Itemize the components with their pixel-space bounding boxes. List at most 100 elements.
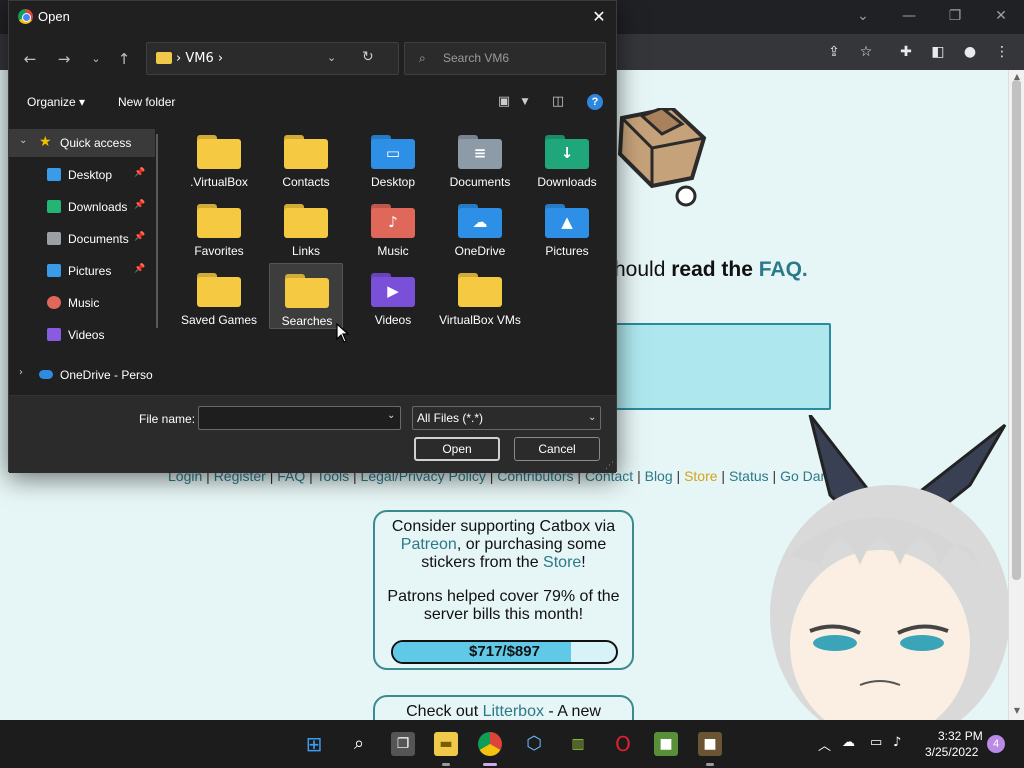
folder-icon [197, 204, 241, 238]
folder-item-virtualbox-vms[interactable]: VirtualBox VMs [439, 263, 521, 329]
nav-item-onedrive-perso[interactable]: › OneDrive - Perso [9, 361, 155, 389]
view-options-chevron-icon[interactable]: ▼ [516, 97, 534, 113]
folder-item-documents[interactable]: ≡ Documents [443, 125, 517, 191]
share-icon[interactable]: ⇪ [824, 42, 844, 62]
search-input[interactable] [443, 51, 593, 65]
upload-dropzone[interactable] [614, 323, 831, 410]
patreon-link[interactable]: Patreon [401, 536, 457, 553]
nav-item-music[interactable]: Music [9, 289, 155, 317]
extensions-icon[interactable]: ✚ [896, 42, 916, 62]
up-arrow-icon[interactable]: ↑ [113, 49, 135, 69]
minecraft-icon[interactable]: ■ [654, 732, 678, 756]
filename-dropdown-icon[interactable]: ⌄ [387, 410, 395, 421]
new-folder-button[interactable]: New folder [118, 95, 175, 109]
folder-item-saved-games[interactable]: Saved Games [181, 263, 257, 329]
search-taskbar-icon[interactable]: ⌕ [347, 732, 371, 756]
bookmark-star-icon[interactable]: ☆ [856, 42, 876, 62]
expand-chevron-icon[interactable]: › [19, 367, 23, 378]
faq-link[interactable]: FAQ [759, 258, 802, 281]
folder-label: Desktop [370, 175, 416, 189]
folder-item-contacts[interactable]: Contacts [269, 125, 343, 191]
recent-locations-chevron-icon[interactable]: ⌄ [85, 49, 107, 69]
folder-label: VirtualBox VMs [439, 313, 521, 327]
forward-arrow-icon[interactable]: → [53, 49, 75, 69]
windows-taskbar: ⊞ ⌕ ❐ ▬ ⬡ ▥ O ■ ■ ︿ ☁ ▭ ♪ 3:32 PM 3/25/2… [0, 720, 1024, 768]
nav-link-store[interactable]: Store [684, 468, 717, 484]
file-type-select[interactable]: All Files (*.*) ⌄ [412, 406, 601, 430]
close-window-icon[interactable]: ✕ [987, 4, 1015, 28]
folder-icon [285, 274, 329, 308]
folder-item-onedrive[interactable]: ☁ OneDrive [443, 194, 517, 260]
preview-pane-icon[interactable]: ◫ [549, 94, 567, 110]
notification-badge[interactable]: 4 [987, 735, 1005, 753]
back-arrow-icon[interactable]: ← [19, 49, 41, 69]
folder-item-videos[interactable]: ▶ Videos [356, 263, 430, 329]
minimize-icon[interactable]: — [895, 4, 923, 28]
dialog-close-button[interactable]: ✕ [586, 4, 612, 30]
scroll-thumb[interactable] [1012, 80, 1021, 580]
folder-item-pictures[interactable]: ▲ Pictures [530, 194, 604, 260]
desktop-folder-icon: ▭ [371, 135, 415, 169]
filename-input[interactable] [198, 406, 401, 430]
folder-item-desktop[interactable]: ▭ Desktop [356, 125, 430, 191]
nav-item-quick-access[interactable]: ⌄ ★ Quick access [9, 129, 155, 157]
nav-item-label: Quick access [60, 136, 132, 150]
change-view-icon[interactable]: ▣ [495, 94, 513, 110]
resize-grip-icon[interactable]: ⋰ [605, 461, 614, 471]
chrome-taskbar-icon[interactable] [478, 732, 502, 756]
folder-item-downloads[interactable]: ↓ Downloads [530, 125, 604, 191]
collapse-chevron-icon[interactable]: ⌄ [19, 135, 27, 146]
profile-icon[interactable]: ● [960, 42, 980, 62]
tray-overflow-chevron-icon[interactable]: ︿ [818, 735, 831, 754]
folder-item-music[interactable]: ♪ Music [356, 194, 430, 260]
address-bar[interactable]: › VM6 › ⌄ ↻ [146, 42, 399, 75]
onedrive-icon [39, 370, 53, 379]
menu-dots-icon[interactable]: ⋮ [992, 42, 1012, 62]
help-icon[interactable]: ? [587, 94, 603, 110]
scroll-down-icon[interactable]: ▼ [1012, 706, 1022, 716]
folder-item-searches[interactable]: Searches [269, 263, 343, 329]
task-view-icon[interactable]: ❐ [391, 732, 415, 756]
litterbox-link[interactable]: Litterbox [483, 703, 544, 720]
folder-label: Pictures [545, 244, 589, 258]
nav-item-label: OneDrive - Perso [60, 368, 153, 382]
dialog-footer: File name: ⌄ All Files (*.*) ⌄ Open Canc… [9, 395, 616, 473]
nav-item-desktop[interactable]: Desktop 📌 [9, 161, 155, 189]
folder-item-virtualbox[interactable]: .VirtualBox [182, 125, 256, 191]
cancel-button[interactable]: Cancel [514, 437, 600, 461]
nav-link-blog[interactable]: Blog [645, 468, 673, 484]
open-button[interactable]: Open [414, 437, 500, 461]
clock-date[interactable]: 3/25/2022 [925, 745, 978, 759]
volume-icon[interactable]: ♪ [893, 735, 901, 750]
onedrive-tray-icon[interactable]: ☁ [842, 735, 855, 750]
search-box[interactable]: ⌕ [404, 42, 606, 75]
mouse-cursor-icon [336, 323, 350, 343]
nav-item-videos[interactable]: Videos [9, 321, 155, 349]
nav-pane-scrollbar[interactable] [156, 134, 158, 328]
nav-item-downloads[interactable]: Downloads 📌 [9, 193, 155, 221]
nav-item-pictures[interactable]: Pictures 📌 [9, 257, 155, 285]
star-icon: ★ [39, 134, 52, 150]
nav-item-documents[interactable]: Documents 📌 [9, 225, 155, 253]
refresh-icon[interactable]: ↻ [362, 49, 374, 65]
folder-item-links[interactable]: Links [269, 194, 343, 260]
minecraft-launcher-icon[interactable]: ■ [698, 732, 722, 756]
virtualbox-icon[interactable]: ⬡ [522, 732, 546, 756]
restore-icon[interactable]: ❐ [941, 4, 969, 28]
opera-icon[interactable]: O [611, 732, 635, 756]
clock-time[interactable]: 3:32 PM [938, 729, 983, 743]
downloads-folder-icon: ↓ [545, 135, 589, 169]
organize-button[interactable]: Organize ▾ [27, 95, 85, 109]
tab-search-icon[interactable]: ⌄ [849, 4, 877, 28]
address-dropdown-icon[interactable]: ⌄ [327, 51, 336, 64]
pictures-folder-icon: ▲ [545, 204, 589, 238]
network-icon[interactable]: ▭ [870, 735, 882, 750]
file-explorer-icon[interactable]: ▬ [434, 732, 458, 756]
folder-icon [197, 273, 241, 307]
side-panel-icon[interactable]: ◧ [928, 42, 948, 62]
store-link[interactable]: Store [543, 554, 581, 571]
page-scrollbar[interactable]: ▲ ▼ [1008, 70, 1024, 720]
start-windows-icon[interactable]: ⊞ [302, 732, 326, 756]
chart-app-icon[interactable]: ▥ [566, 732, 590, 756]
folder-item-favorites[interactable]: Favorites [182, 194, 256, 260]
